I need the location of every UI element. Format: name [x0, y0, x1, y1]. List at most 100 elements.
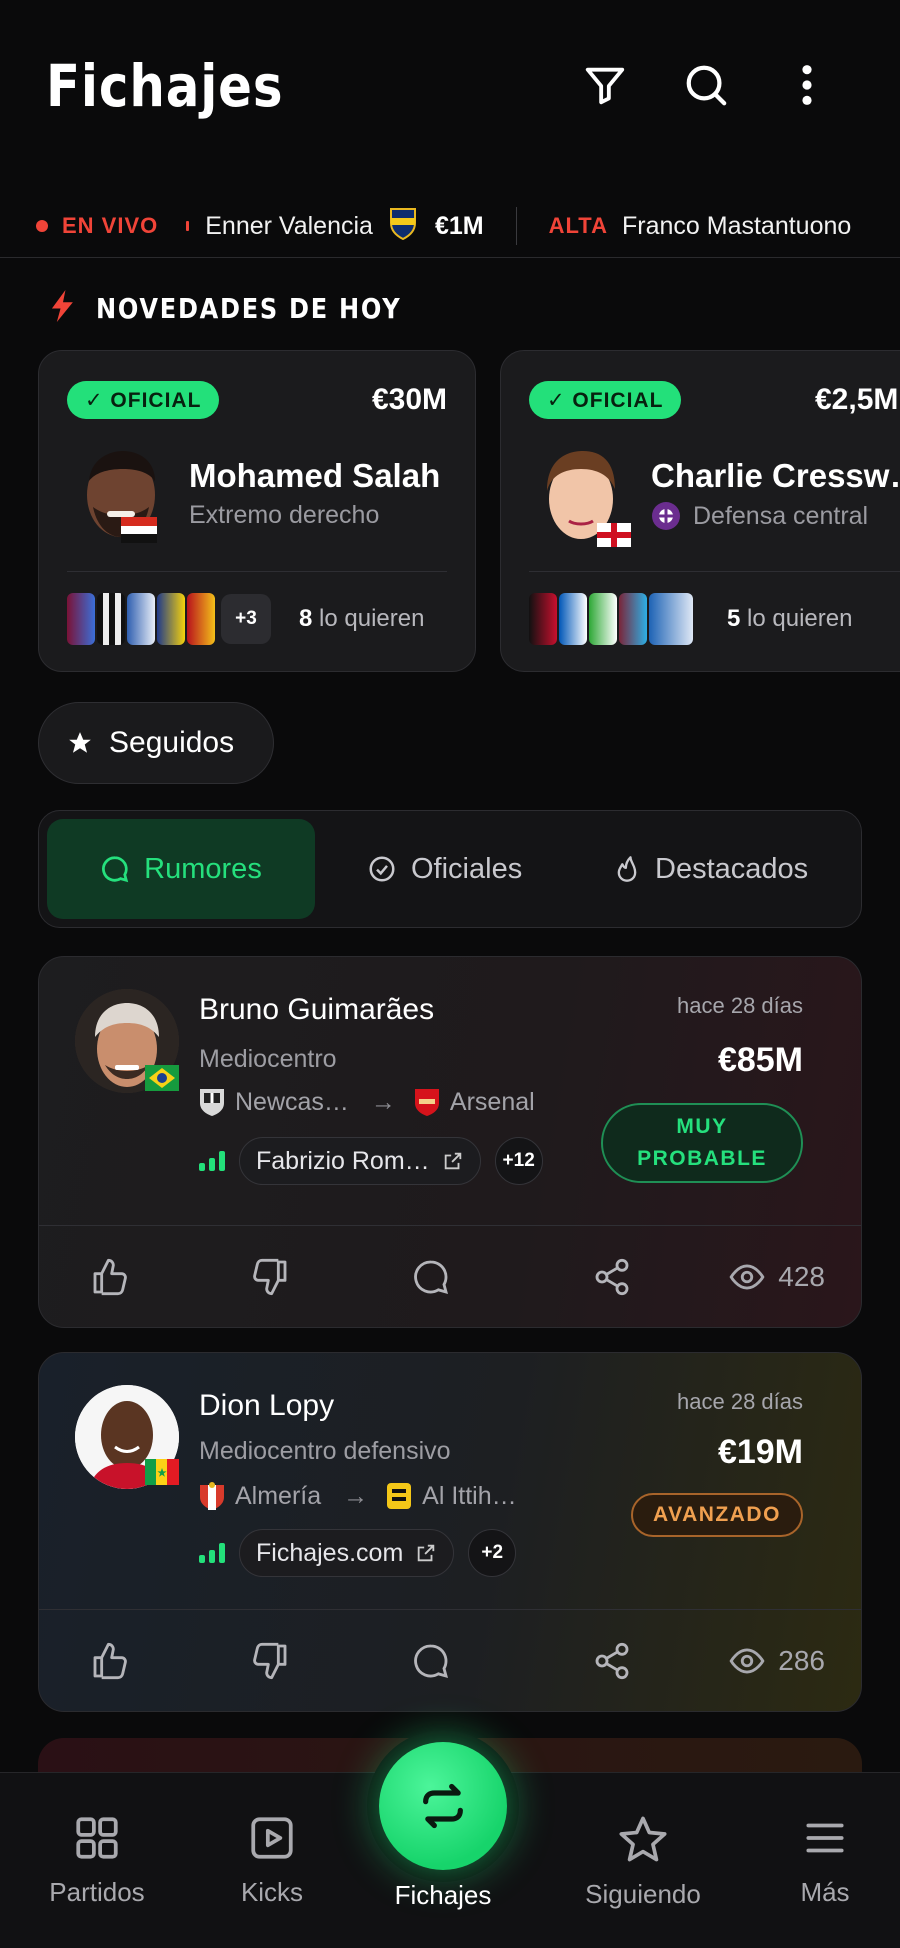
comment-icon[interactable] [396, 1226, 466, 1327]
external-link-icon [444, 1152, 461, 1170]
eye-icon [729, 1647, 765, 1674]
check-circle-icon [369, 856, 395, 882]
grid-icon [76, 1817, 118, 1859]
club-crest-icon [619, 593, 647, 645]
nav-mas[interactable]: Más [750, 1813, 900, 1908]
external-link-icon [418, 1544, 435, 1562]
live-dot [36, 220, 48, 232]
more-clubs-count: +3 [221, 594, 271, 644]
page-title: Fichajes [46, 52, 284, 120]
followed-label: Seguidos [109, 726, 235, 759]
rumor-card[interactable]: Bruno Guimarães Mediocentro Newcas… → Ar… [38, 956, 862, 1328]
share-icon[interactable] [577, 1226, 647, 1327]
rumor-time: hace 28 días [677, 1389, 803, 1414]
arsenal-crest-icon [414, 1089, 439, 1116]
comment-icon[interactable] [396, 1610, 466, 1711]
official-badge: ✓ OFICIAL [67, 381, 220, 419]
card-divider [529, 571, 900, 572]
search-icon[interactable] [679, 58, 733, 112]
play-square-icon [251, 1817, 293, 1859]
nav-partidos[interactable]: Partidos [22, 1813, 172, 1908]
reliability-signal-icon [199, 1543, 225, 1563]
player-name: Bruno Guimarães [199, 993, 435, 1026]
app-header: Fichajes [0, 0, 900, 170]
player-name: Mohamed Salah [189, 457, 441, 494]
player-position: Mediocentro [199, 1045, 337, 1073]
live-label: EN VIVO [62, 213, 159, 238]
feed-tabs: Rumores Oficiales Destacados [38, 810, 862, 928]
nav-fichajes-label: Fichajes [394, 1880, 492, 1910]
thumbs-up-icon[interactable] [75, 1610, 145, 1711]
club-crest-icon [157, 593, 185, 645]
ticker-player: Enner Valencia [205, 211, 373, 240]
flame-icon [617, 856, 637, 882]
nav-kicks[interactable]: Kicks [197, 1813, 347, 1908]
news-card[interactable]: ✓ OFICIAL €30M Mohamed Salah Extremo der… [38, 350, 476, 672]
star-outline-icon [619, 1816, 667, 1862]
thumbs-down-icon[interactable] [235, 1226, 305, 1327]
tab-destacados[interactable]: Destacados [613, 819, 808, 919]
rumor-card[interactable]: Dion Lopy Mediocentro defensivo Almería … [38, 1352, 862, 1712]
source-link[interactable]: Fabrizio Rom… [239, 1137, 481, 1185]
more-sources-count[interactable]: +12 [494, 1137, 543, 1185]
interest-count: 5 lo quieren [727, 605, 853, 632]
status-badge: AVANZADO [631, 1493, 803, 1537]
star-icon [67, 730, 93, 756]
thumbs-down-icon[interactable] [235, 1610, 305, 1711]
transfer-route: Newcas… → Arsenal [199, 1087, 535, 1117]
ticker-separator [515, 207, 517, 245]
toulouse-crest-icon [651, 501, 681, 531]
thumbs-up-icon[interactable] [75, 1226, 145, 1327]
view-count: 428 [728, 1226, 825, 1327]
menu-icon [806, 1823, 844, 1853]
interested-clubs [529, 593, 695, 645]
player-avatar [81, 447, 157, 547]
more-sources-count[interactable]: +2 [468, 1529, 517, 1577]
transfer-fee: €2,5M [815, 383, 899, 416]
ticker-marker [186, 221, 190, 231]
player-name: Charlie Cressw… [651, 457, 900, 494]
club-crest-icon [529, 593, 557, 645]
nav-siguiendo[interactable]: Siguiendo [568, 1813, 718, 1910]
club-crest-icon [97, 593, 125, 645]
lightning-icon [50, 290, 76, 327]
player-position: Extremo derecho [189, 501, 380, 529]
rumor-time: hace 28 días [677, 993, 803, 1018]
transfer-fee: €30M [371, 383, 447, 416]
al-ittihad-crest-icon [387, 1483, 412, 1509]
newcastle-crest-icon [200, 1089, 224, 1116]
filter-icon[interactable] [578, 58, 632, 112]
news-card[interactable]: ✓ OFICIAL €2,5M Charlie Cressw… Defensa … [500, 350, 900, 672]
club-crest-icon [559, 593, 587, 645]
player-position: Defensa central [651, 501, 868, 531]
rumor-source: Fabrizio Rom… +12 [199, 1137, 543, 1185]
nav-fichajes[interactable] [379, 1742, 507, 1870]
rumor-actions: 428 [39, 1225, 861, 1327]
ticker-tag: ALTA [548, 213, 608, 238]
boca-crest-icon [389, 206, 417, 247]
card-divider [67, 571, 447, 572]
tab-oficiales[interactable]: Oficiales [367, 819, 522, 919]
source-link[interactable]: Fichajes.com [239, 1529, 455, 1577]
interest-count: 8 lo quieren [299, 605, 425, 632]
eye-icon [729, 1263, 765, 1290]
club-crest-icon [187, 593, 215, 645]
section-title: NOVEDADES DE HOY [96, 292, 402, 325]
followed-filter-chip[interactable]: Seguidos [38, 702, 274, 784]
player-name: Dion Lopy [199, 1389, 335, 1422]
ticker-player-2: Franco Mastantuono [621, 211, 852, 240]
almeria-crest-icon [200, 1482, 224, 1510]
share-icon[interactable] [577, 1610, 647, 1711]
more-vert-icon[interactable] [780, 58, 834, 112]
club-crest-icon [649, 593, 693, 645]
brazil-flag-icon [145, 1065, 179, 1091]
club-crest-icon [127, 593, 155, 645]
rumor-actions: 286 [39, 1609, 861, 1711]
live-ticker[interactable]: EN VIVO Enner Valencia €1M ALTA Franco M… [0, 196, 900, 258]
section-heading: NOVEDADES DE HOY [50, 290, 451, 327]
transfer-fee: €85M [717, 1041, 803, 1079]
chat-bubble-icon [102, 856, 129, 883]
tab-rumores[interactable]: Rumores [47, 819, 315, 919]
interested-clubs: +3 [67, 593, 271, 645]
club-crest-icon [67, 593, 95, 645]
